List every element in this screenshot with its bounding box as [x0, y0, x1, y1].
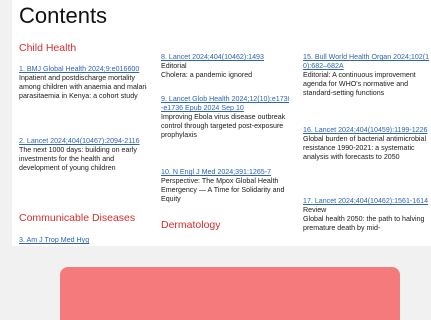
contents-column-3: 15. Bull World Health Organ 2024;102(10)…: [303, 0, 431, 246]
citation-link[interactable]: 10. N Engl J Med 2024;391:1265-7: [161, 168, 289, 177]
entry-title: Editorial: A continuous improvement agen…: [303, 71, 416, 97]
entry-type: Editorial: [161, 62, 187, 70]
section-heading-dermatology: Dermatology: [161, 219, 221, 231]
entry-title: Perspective: The Mpox Global Health Emer…: [161, 177, 285, 203]
contents-entry: 1. BMJ Global Health 2024;9:e016600 Inpa…: [19, 65, 147, 101]
section-heading-communicable-diseases: Communicable Diseases: [19, 212, 136, 224]
citation-link[interactable]: 17. Lancet 2024;404(10462):1561-1614: [303, 197, 431, 206]
citation-link[interactable]: 1. BMJ Global Health 2024;9:e016600: [19, 65, 147, 74]
contents-column-1: Child Health 1. BMJ Global Health 2024;9…: [19, 0, 147, 246]
citation-link[interactable]: 8. Lancet 2024;404(10462):1493: [161, 53, 289, 62]
contents-entry: 8. Lancet 2024;404(10462):1493 Editorial…: [161, 53, 289, 80]
entry-title: The next 1000 days: building on early in…: [19, 146, 137, 172]
entry-type: Review: [303, 206, 327, 214]
entry-title: Inpatient and postdischarge mortality am…: [19, 74, 147, 100]
contents-entry: 9. Lancet Glob Health 2024;12(10):e1730-…: [161, 95, 289, 140]
document-viewer: Contents Child Health 1. BMJ Global Heal…: [0, 0, 431, 320]
citation-link[interactable]: 2. Lancet 2024;404(10467):2094-2116: [19, 137, 147, 146]
citation-link[interactable]: 3. Am J Trop Med Hyg: [19, 236, 147, 245]
pdf-page: Contents Child Health 1. BMJ Global Heal…: [12, 0, 431, 246]
contents-entry: 3. Am J Trop Med Hyg: [19, 236, 147, 245]
contents-entry: 10. N Engl J Med 2024;391:1265-7 Perspec…: [161, 168, 289, 204]
entry-title: Cholera: a pandemic ignored: [161, 71, 253, 79]
entry-title: Global health 2050: the path to halving …: [303, 215, 425, 232]
contents-entry: 15. Bull World Health Organ 2024;102(10)…: [303, 53, 431, 98]
entry-title: Global burden of bacterial antimicrobial…: [303, 135, 427, 161]
section-heading-child-health: Child Health: [19, 42, 77, 54]
pink-banner: [60, 267, 400, 320]
contents-entry: 2. Lancet 2024;404(10467):2094-2116 The …: [19, 137, 147, 173]
citation-link[interactable]: 16. Lancet 2024;404(10459):1199-1226: [303, 126, 431, 135]
citation-link[interactable]: 15. Bull World Health Organ 2024;102(10)…: [303, 53, 431, 71]
contents-column-2: 8. Lancet 2024;404(10462):1493 Editorial…: [161, 0, 289, 246]
citation-link[interactable]: 9. Lancet Glob Health 2024;12(10):e1730-…: [161, 95, 289, 113]
entry-title: Improving Ebola virus disease outbreak c…: [161, 113, 286, 139]
contents-entry: 17. Lancet 2024;404(10462):1561-1614 Rev…: [303, 197, 431, 233]
contents-entry: 16. Lancet 2024;404(10459):1199-1226 Glo…: [303, 126, 431, 162]
